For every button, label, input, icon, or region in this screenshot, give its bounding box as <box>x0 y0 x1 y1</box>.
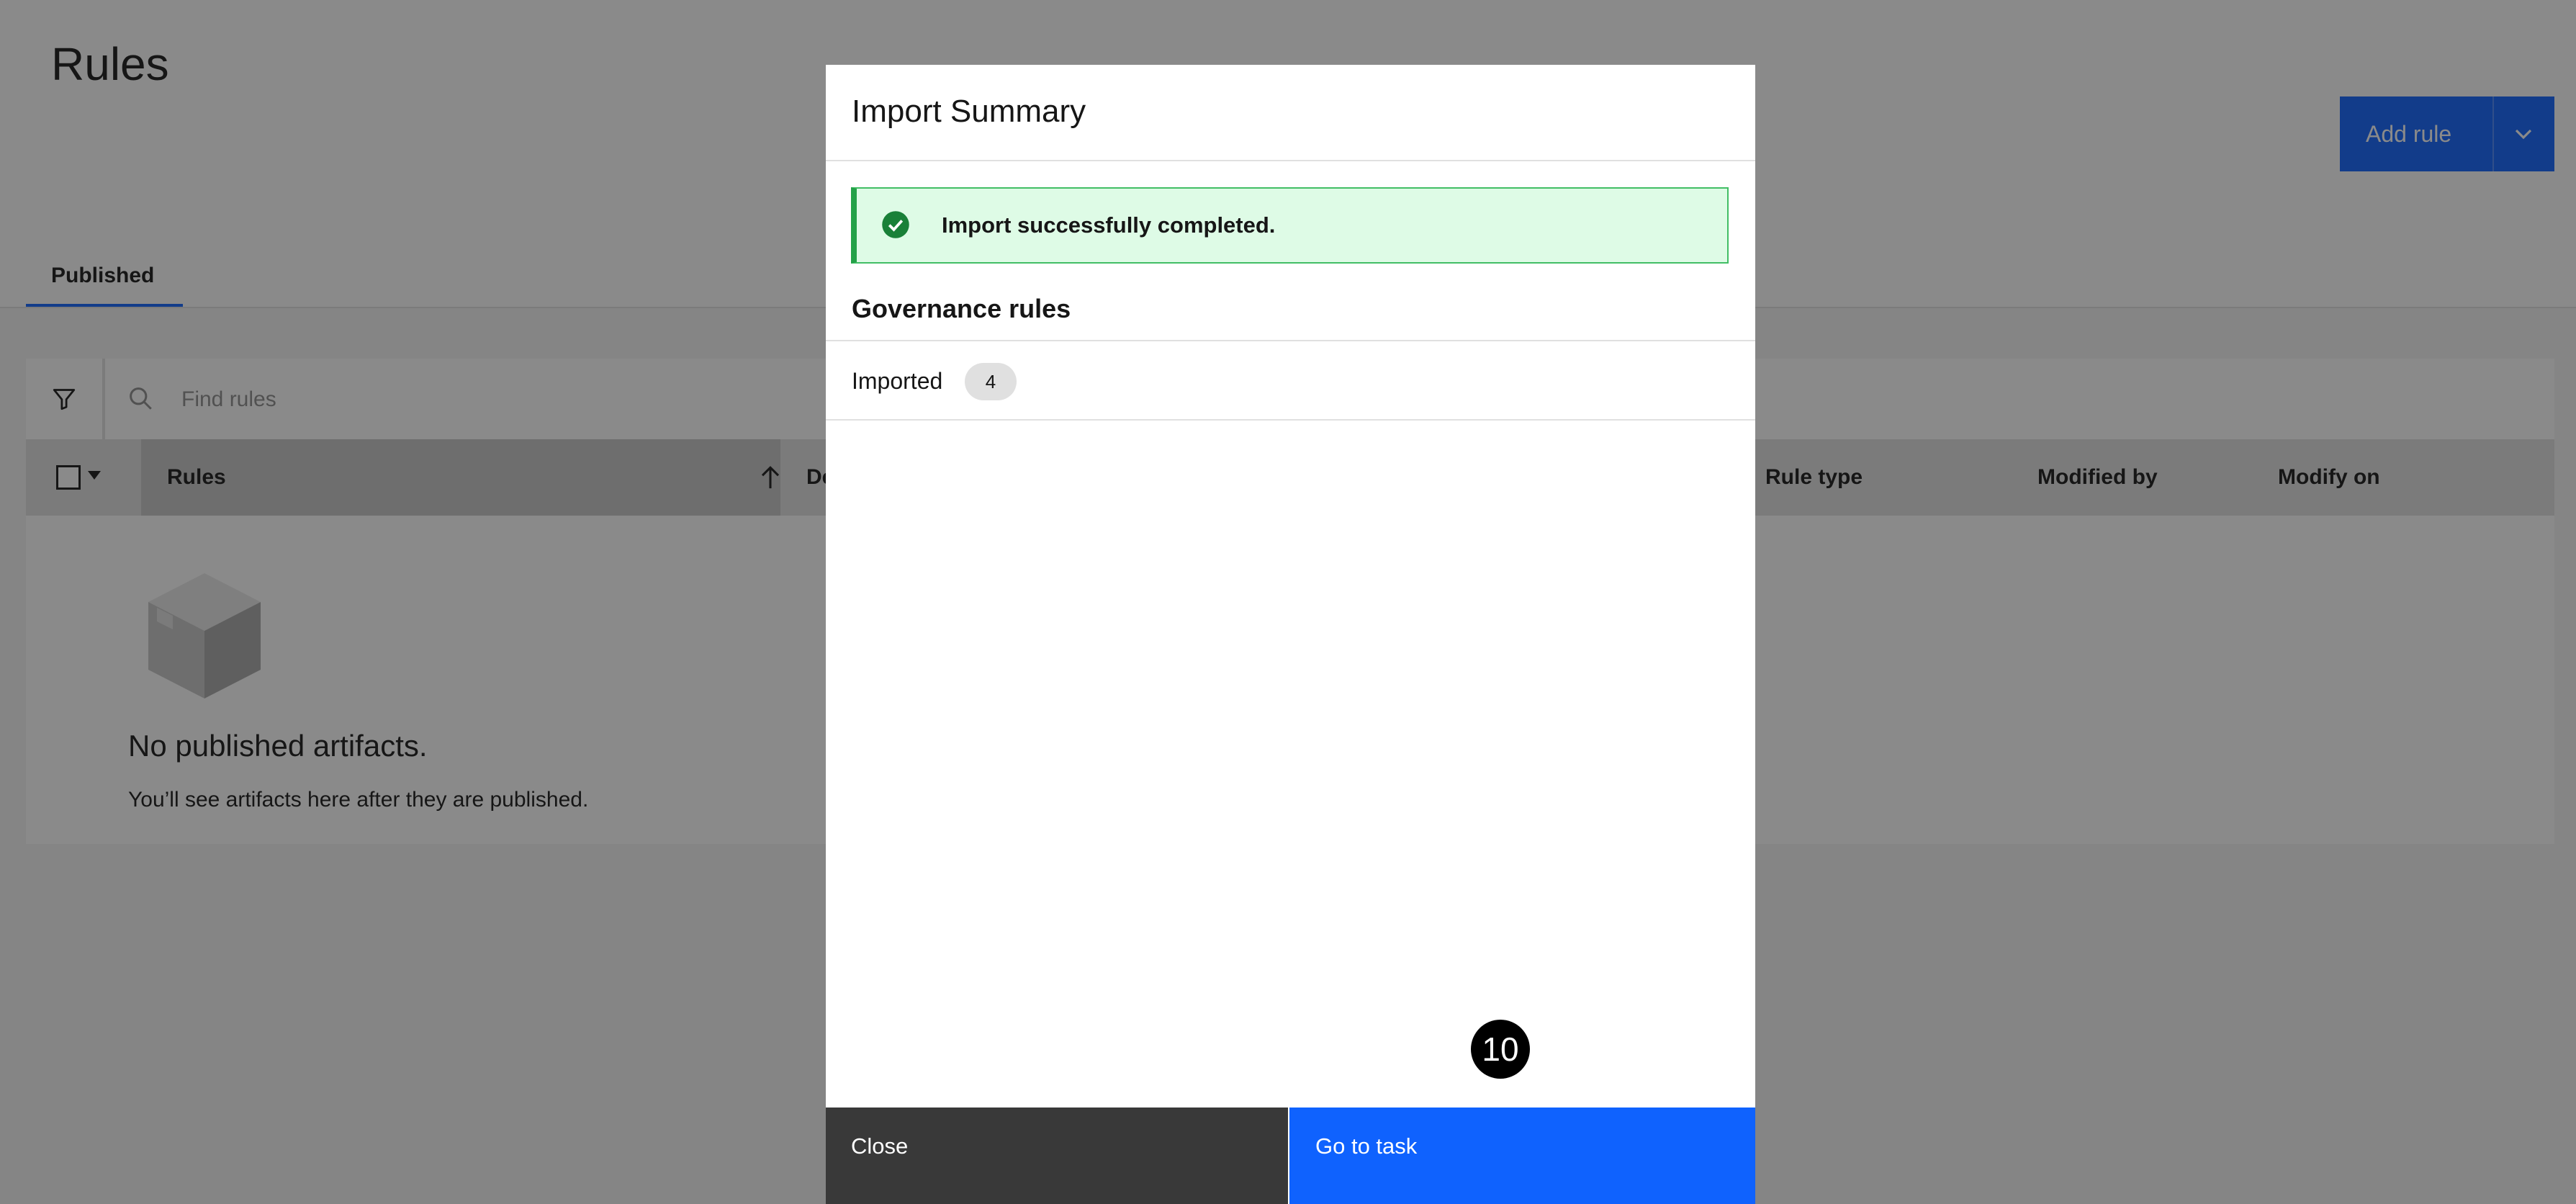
modal-footer: Close Go to task <box>826 1108 1755 1204</box>
import-summary-modal: Import Summary Import successfully compl… <box>826 65 1755 1204</box>
checkmark-filled-icon <box>882 211 909 238</box>
modal-title: Import Summary <box>852 94 1086 129</box>
imported-count-tag: 4 <box>965 363 1017 400</box>
success-notification: Import successfully completed. <box>851 187 1729 264</box>
section-title: Governance rules <box>852 294 1071 323</box>
row-divider <box>826 419 1755 421</box>
modal-header-divider <box>826 160 1755 161</box>
step-number-badge: 10 <box>1471 1020 1530 1079</box>
close-button[interactable]: Close <box>826 1108 1288 1204</box>
go-to-task-button[interactable]: Go to task <box>1289 1108 1755 1204</box>
imported-label: Imported <box>852 368 943 394</box>
notification-text: Import successfully completed. <box>942 212 1276 238</box>
imported-row: Imported 4 <box>826 341 1755 421</box>
